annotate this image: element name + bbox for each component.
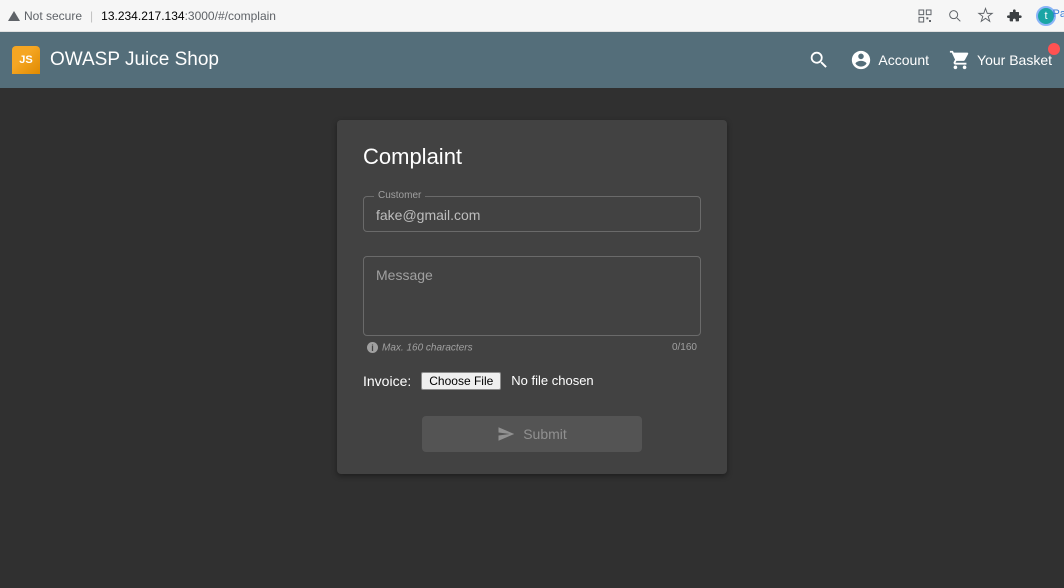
- warning-icon: [8, 11, 20, 21]
- pa-snippet: Pa: [1053, 8, 1064, 20]
- url-section: Not secure | 13.234.217.134:3000/#/compl…: [8, 9, 276, 23]
- basket-badge: [1048, 43, 1060, 55]
- message-placeholder: Message: [376, 267, 433, 283]
- complaint-card: Complaint Customer fake@gmail.com Messag…: [337, 120, 727, 474]
- max-chars-hint: iMax. 160 characters: [367, 342, 473, 354]
- choose-file-button[interactable]: Choose File: [421, 372, 501, 390]
- message-hints: iMax. 160 characters 0/160: [363, 342, 701, 354]
- search-button[interactable]: [808, 49, 830, 71]
- logo-icon: JS: [12, 46, 40, 74]
- main-content: Complaint Customer fake@gmail.com Messag…: [0, 88, 1064, 474]
- security-label: Not secure: [24, 9, 82, 23]
- browser-actions: t Pa: [916, 6, 1056, 26]
- send-icon: [497, 425, 515, 443]
- file-status: No file chosen: [511, 373, 593, 388]
- info-icon: i: [367, 342, 378, 353]
- char-counter: 0/160: [672, 342, 697, 354]
- invoice-label: Invoice:: [363, 373, 411, 389]
- qr-icon[interactable]: [916, 7, 934, 25]
- security-status[interactable]: Not secure: [8, 9, 82, 23]
- customer-label: Customer: [374, 190, 425, 201]
- header-actions: Account Your Basket: [808, 49, 1052, 71]
- card-title: Complaint: [363, 144, 701, 170]
- basket-button[interactable]: Your Basket: [949, 49, 1052, 71]
- cart-icon: [949, 49, 971, 71]
- message-field[interactable]: Message: [363, 256, 701, 336]
- basket-label: Your Basket: [977, 52, 1052, 68]
- zoom-icon[interactable]: [946, 7, 964, 25]
- customer-value: fake@gmail.com: [376, 207, 688, 223]
- account-button[interactable]: Account: [850, 49, 929, 71]
- url-text[interactable]: 13.234.217.134:3000/#/complain: [101, 9, 276, 23]
- brand[interactable]: JS OWASP Juice Shop: [12, 46, 219, 74]
- submit-button[interactable]: Submit: [422, 416, 642, 452]
- brand-title: OWASP Juice Shop: [50, 49, 219, 71]
- search-icon: [808, 49, 830, 71]
- app-header: JS OWASP Juice Shop Account Your Basket: [0, 32, 1064, 88]
- customer-field: Customer fake@gmail.com: [363, 196, 701, 232]
- account-label: Account: [878, 52, 929, 68]
- invoice-row: Invoice: Choose File No file chosen: [363, 372, 701, 390]
- extensions-icon[interactable]: [1006, 7, 1024, 25]
- browser-address-bar: Not secure | 13.234.217.134:3000/#/compl…: [0, 0, 1064, 32]
- star-icon[interactable]: [976, 7, 994, 25]
- submit-label: Submit: [523, 426, 567, 442]
- account-icon: [850, 49, 872, 71]
- divider: |: [90, 9, 93, 23]
